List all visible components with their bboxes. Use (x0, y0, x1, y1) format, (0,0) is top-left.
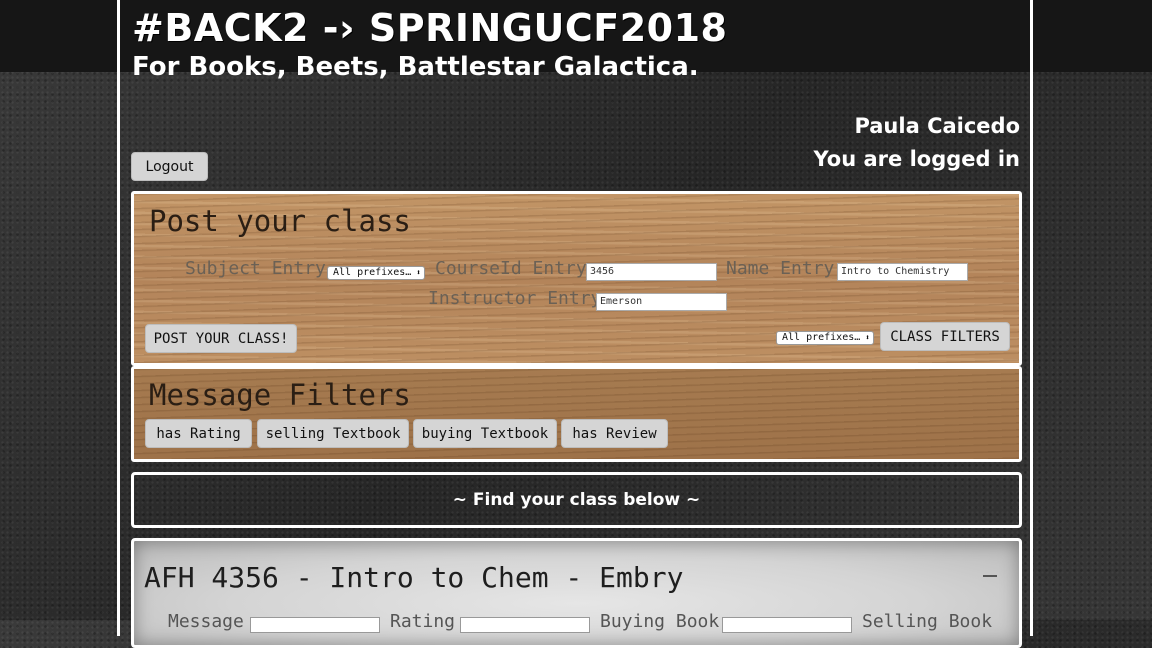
buying-book-field-input[interactable] (722, 617, 852, 633)
message-filters-title: Message Filters (149, 378, 411, 412)
name-entry-label: Name Entry (726, 258, 835, 279)
name-input[interactable]: Intro to Chemistry (837, 263, 968, 281)
post-class-panel: Post your class Subject Entry All prefix… (131, 191, 1022, 366)
post-class-button[interactable]: POST YOUR CLASS! (145, 324, 297, 353)
message-field-label: Message (168, 611, 244, 632)
buying-book-field-label: Buying Book (600, 611, 720, 632)
select-arrows-icon: ⬍ (865, 333, 870, 342)
find-class-text: ~ Find your class below ~ (452, 490, 701, 510)
class-filters-button[interactable]: CLASS FILTERS (880, 322, 1010, 351)
message-field-input[interactable] (250, 617, 380, 633)
selling-book-field-label: Selling Book (862, 611, 993, 632)
page-column: #BACK2 -› SPRINGUCF2018 For Books, Beets… (117, 0, 1033, 648)
logout-button[interactable]: Logout (131, 152, 208, 181)
subject-select-value: All prefixes… (333, 267, 412, 278)
instructor-input[interactable]: Emerson (596, 293, 727, 311)
subject-select[interactable]: All prefixes… ⬍ (327, 266, 425, 280)
class-filter-select-value: All prefixes… (782, 332, 861, 343)
class-filter-select[interactable]: All prefixes… ⬍ (776, 331, 874, 345)
select-arrows-icon: ⬍ (416, 268, 421, 277)
site-title: #BACK2 -› SPRINGUCF2018 (132, 6, 728, 50)
filter-has-review[interactable]: has Review (561, 419, 668, 448)
rating-field-input[interactable] (460, 617, 590, 633)
filter-has-rating[interactable]: has Rating (145, 419, 252, 448)
course-id-input[interactable]: 3456 (586, 263, 717, 281)
class-card-title[interactable]: AFH 4356 - Intro to Chem - Embry (144, 561, 683, 594)
login-status: You are logged in (813, 147, 1020, 171)
subject-entry-label: Subject Entry (185, 258, 326, 279)
instructor-entry-label: Instructor Entry (428, 288, 602, 309)
message-filters-panel: Message Filters has Rating selling Textb… (131, 366, 1022, 462)
site-subtitle: For Books, Beets, Battlestar Galactica. (132, 52, 699, 82)
find-class-bar: ~ Find your class below ~ (131, 472, 1022, 528)
rating-field-label: Rating (390, 611, 456, 632)
collapse-icon[interactable] (983, 575, 997, 577)
filter-buying-textbook[interactable]: buying Textbook (413, 419, 557, 448)
user-name: Paula Caicedo (854, 114, 1020, 138)
course-id-entry-label: CourseId Entry (435, 258, 587, 279)
filter-selling-textbook[interactable]: selling Textbook (257, 419, 409, 448)
post-class-title: Post your class (149, 204, 411, 238)
class-card: AFH 4356 - Intro to Chem - Embry Message… (131, 538, 1022, 648)
